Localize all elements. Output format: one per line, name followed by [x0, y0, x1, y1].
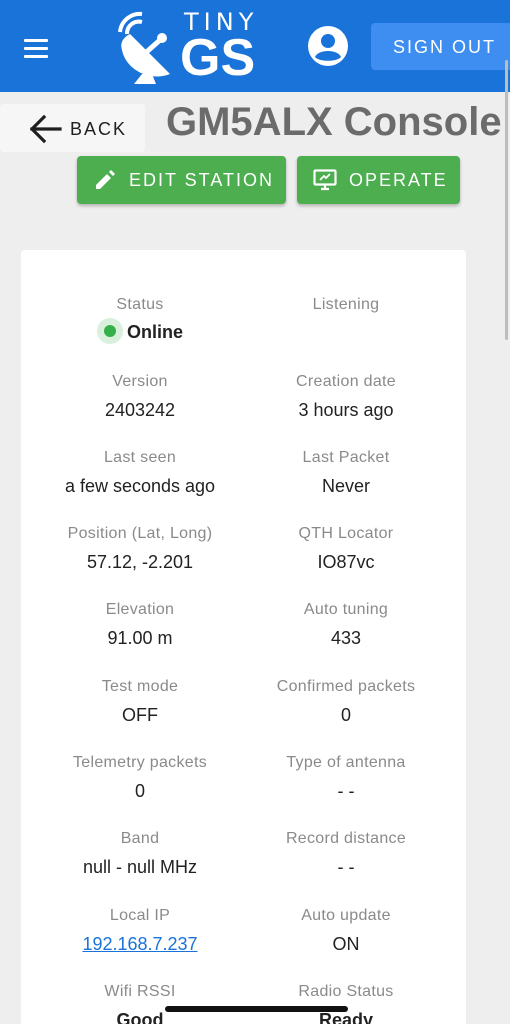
field-label: Position (Lat, Long) — [67, 525, 213, 542]
field-label: Wifi RSSI — [104, 983, 176, 1000]
field-local-ip: Local IP 192.168.7.237 — [40, 907, 240, 955]
field-value: 3 hours ago — [298, 400, 394, 420]
field-value: 0 — [340, 705, 351, 725]
field-position: Position (Lat, Long) 57.12, -2.201 — [40, 525, 240, 573]
app-bar: TINY GS SIGN OUT — [0, 0, 510, 92]
tinygs-logo[interactable]: TINY GS — [112, 8, 277, 87]
field-label: Auto update — [301, 907, 391, 924]
field-label: Creation date — [296, 373, 396, 390]
field-auto-update: Auto update ON — [246, 907, 446, 955]
home-indicator[interactable] — [165, 1006, 348, 1012]
field-label: Type of antenna — [286, 754, 406, 771]
field-value: 2403242 — [104, 400, 176, 420]
field-value: Never — [321, 476, 370, 496]
back-button[interactable]: BACK — [0, 104, 145, 152]
field-value: - - — [337, 781, 355, 801]
field-label: Radio Status — [298, 983, 394, 1000]
menu-icon-bar — [24, 55, 48, 58]
account-icon[interactable] — [306, 24, 350, 68]
field-value: Good — [116, 1010, 164, 1024]
field-wifi-rssi: Wifi RSSI Good — [40, 983, 240, 1024]
field-value: OFF — [122, 705, 158, 725]
operate-label: OPERATE — [349, 170, 448, 190]
field-version: Version 2403242 — [40, 373, 240, 421]
field-radio-status: Radio Status Ready — [246, 983, 446, 1024]
field-record-distance: Record distance - - — [246, 830, 446, 878]
field-label: Record distance — [285, 830, 407, 847]
edit-station-button[interactable]: EDIT STATION — [77, 156, 286, 204]
field-last-seen: Last seen a few seconds ago — [40, 449, 240, 497]
scrollbar[interactable] — [505, 60, 508, 340]
arrow-left-icon — [29, 114, 62, 144]
sign-out-button[interactable]: SIGN OUT — [371, 23, 510, 70]
satellite-dish-icon — [118, 11, 170, 84]
status-badge: Online — [126, 321, 183, 342]
field-label: Last Packet — [302, 449, 390, 466]
logo-text-gs: GS — [180, 29, 256, 87]
field-value: 433 — [330, 628, 362, 648]
field-telemetry-packets: Telemetry packets 0 — [40, 754, 240, 802]
field-label: Listening — [312, 296, 380, 313]
local-ip-link[interactable]: 192.168.7.237 — [82, 934, 197, 954]
field-confirmed-packets: Confirmed packets 0 — [246, 678, 446, 726]
field-label: Confirmed packets — [276, 678, 416, 695]
field-value: ON — [332, 934, 360, 954]
field-label: Band — [120, 830, 160, 847]
sign-out-label: SIGN OUT — [393, 37, 497, 57]
menu-icon — [24, 39, 48, 42]
edit-station-label: EDIT STATION — [129, 170, 275, 190]
menu-button[interactable] — [18, 30, 58, 64]
menu-icon-bar — [24, 47, 48, 50]
field-qth-locator: QTH Locator IO87vc — [246, 525, 446, 573]
status-value: Online — [40, 318, 240, 346]
field-value: - - — [337, 857, 355, 877]
field-status: Status Online — [40, 296, 240, 346]
field-creation-date: Creation date 3 hours ago — [246, 373, 446, 421]
station-info-card: Status Online Listening Version 2403242 … — [21, 250, 466, 1024]
pencil-icon — [96, 170, 115, 189]
field-listening: Listening — [246, 296, 446, 323]
field-label: Version — [112, 373, 168, 390]
field-value: null - null MHz — [82, 857, 198, 877]
field-auto-tuning: Auto tuning 433 — [246, 601, 446, 649]
online-dot-icon — [96, 318, 123, 344]
page-title: GM5ALX Console — [166, 100, 502, 144]
back-label: BACK — [70, 119, 128, 139]
field-last-packet: Last Packet Never — [246, 449, 446, 497]
field-label: Local IP — [109, 907, 171, 924]
field-label: Telemetry packets — [72, 754, 208, 771]
field-band: Band null - null MHz — [40, 830, 240, 878]
field-test-mode: Test mode OFF — [40, 678, 240, 726]
field-antenna-type: Type of antenna - - — [246, 754, 446, 802]
field-label: Last seen — [103, 449, 177, 466]
field-value: 57.12, -2.201 — [86, 552, 194, 572]
field-label: Status — [116, 296, 164, 313]
field-value: 91.00 m — [107, 628, 173, 648]
field-elevation: Elevation 91.00 m — [40, 601, 240, 649]
field-label: QTH Locator — [298, 525, 394, 542]
field-value: Ready — [318, 1010, 374, 1024]
field-label: Elevation — [105, 601, 175, 618]
operate-button[interactable]: OPERATE — [297, 156, 460, 204]
field-value: IO87vc — [317, 552, 375, 572]
field-label: Auto tuning — [303, 601, 389, 618]
field-value: a few seconds ago — [64, 476, 216, 496]
field-label: Test mode — [101, 678, 179, 695]
field-value: 0 — [134, 781, 145, 801]
monitor-icon — [313, 169, 337, 191]
